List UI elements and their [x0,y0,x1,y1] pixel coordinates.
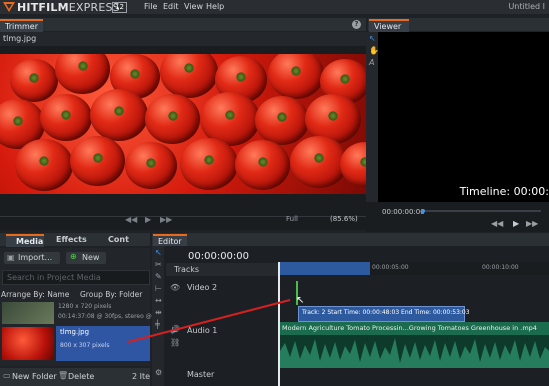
annotation-arrow [127,299,291,343]
